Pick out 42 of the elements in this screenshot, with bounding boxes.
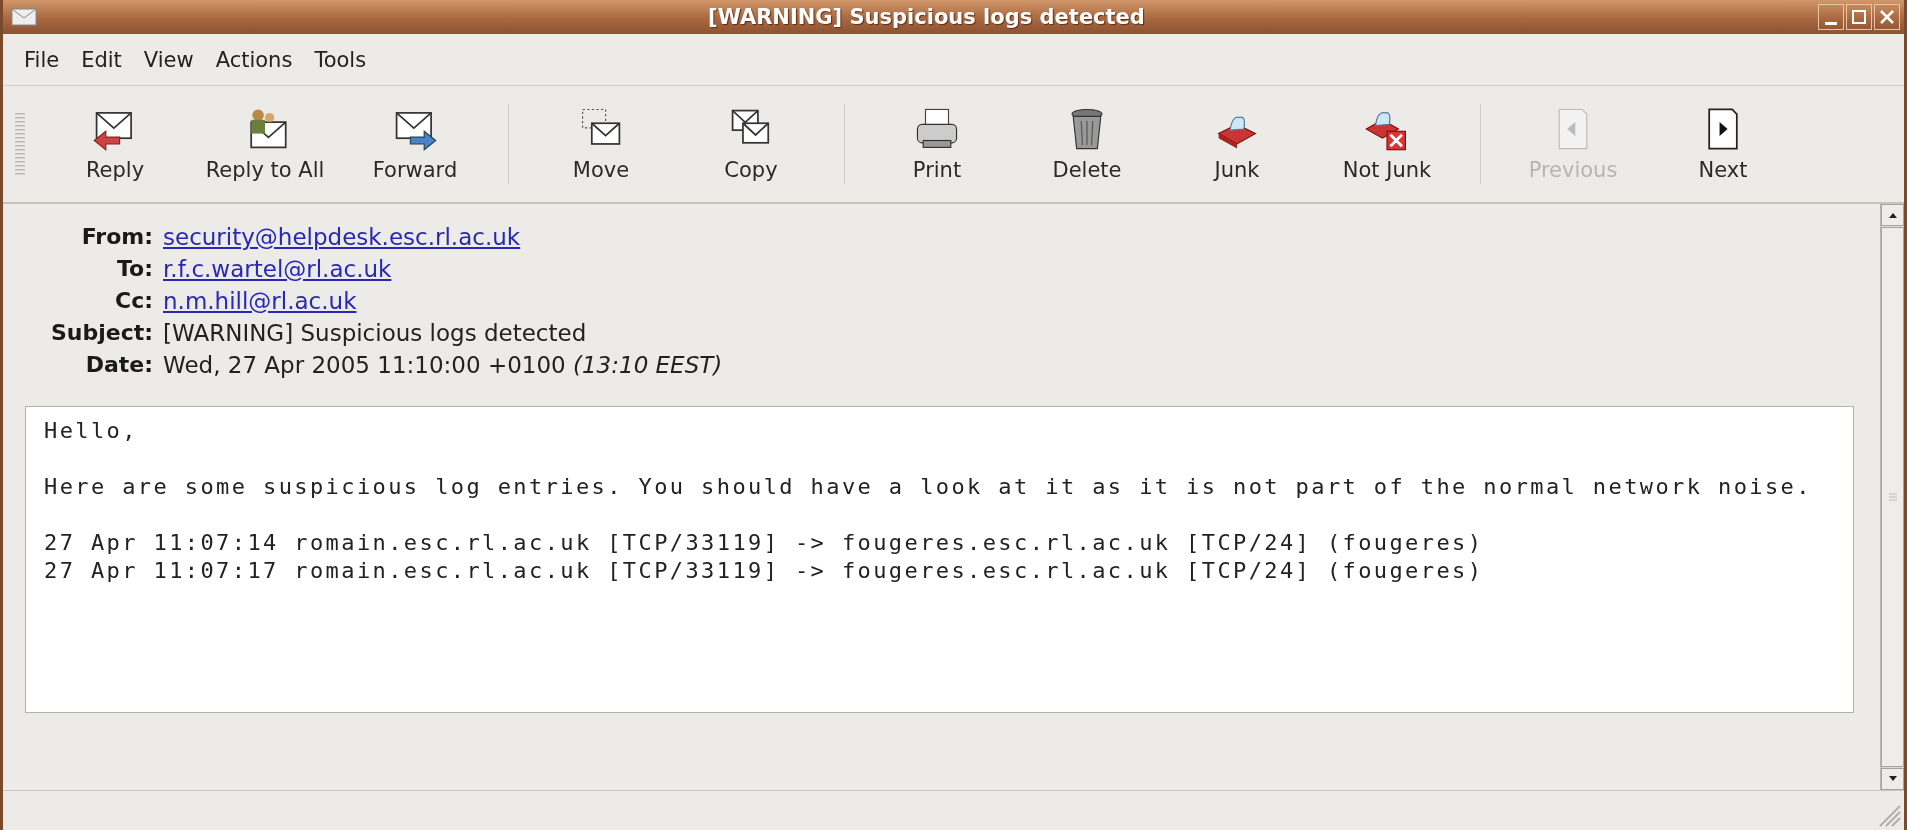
window-title: [WARNING] Suspicious logs detected xyxy=(707,5,1146,29)
email-link[interactable]: r.f.c.wartel@rl.ac.uk xyxy=(163,254,723,284)
scroll-up-button[interactable] xyxy=(1881,204,1904,226)
toolbar-button[interactable]: Next xyxy=(1648,86,1798,202)
maximize-icon xyxy=(1851,9,1867,25)
toolbar-button[interactable]: Move xyxy=(526,86,676,202)
close-button[interactable] xyxy=(1874,4,1900,30)
header-label: From: xyxy=(80,223,153,251)
close-icon xyxy=(1879,9,1895,25)
header-value: Wed, 27 Apr 2005 11:10:00 +0100 (13:10 EEST) xyxy=(163,351,723,380)
header-label: Subject: xyxy=(49,319,153,347)
minimize-button[interactable] xyxy=(1818,4,1844,30)
minimize-icon xyxy=(1825,21,1837,25)
toolbar-button[interactable]: Forward xyxy=(340,86,490,202)
message-text-line: 27 Apr 11:07:14 romain.esc.rl.ac.uk [TCP/33119] -> fougeres.esc.rl.ac.uk [TCP/24] (fougeres) xyxy=(44,529,1485,557)
header-label: Cc: xyxy=(114,287,153,315)
menu-item[interactable]: Edit xyxy=(72,43,131,76)
toolbar-button[interactable]: Copy xyxy=(676,86,826,202)
message-text-line: Here are some suspicious log entries. You should have a look at it as it is not part of the normal network noise. xyxy=(44,473,1813,501)
scroll-down-button[interactable] xyxy=(1881,768,1904,790)
maximize-button[interactable] xyxy=(1846,4,1872,30)
toolbar-button[interactable]: Not Junk xyxy=(1312,86,1462,202)
down-arrow-icon xyxy=(1887,775,1898,783)
toolbar-button[interactable]: Print xyxy=(862,86,1012,202)
menu-item[interactable]: Tools xyxy=(305,43,376,76)
toolbar-button[interactable]: Delete xyxy=(1012,86,1162,202)
toolbar-button[interactable]: Reply xyxy=(40,86,190,202)
message-text-line: 27 Apr 11:07:17 romain.esc.rl.ac.uk [TCP/33119] -> fougeres.esc.rl.ac.uk [TCP/24] (fougeres) xyxy=(44,557,1485,585)
envelope-icon xyxy=(11,7,37,27)
email-link[interactable]: security@helpdesk.esc.rl.ac.uk xyxy=(163,222,723,252)
menu-item[interactable]: File xyxy=(15,43,69,76)
message-text-line: Hello, xyxy=(44,417,139,445)
toolbar-button[interactable]: Junk xyxy=(1162,86,1312,202)
grip-icon xyxy=(1886,492,1899,502)
up-arrow-icon xyxy=(1887,211,1898,219)
header-label: To: xyxy=(116,255,153,283)
email-link[interactable]: n.m.hill@rl.ac.uk xyxy=(163,286,723,316)
menu-item[interactable]: View xyxy=(134,43,203,76)
header-label: Date: xyxy=(84,351,153,379)
toolbar-button[interactable]: Reply to All xyxy=(190,86,340,202)
header-value: [WARNING] Suspicious logs detected xyxy=(163,319,588,348)
menu-item[interactable]: Actions xyxy=(206,43,302,76)
